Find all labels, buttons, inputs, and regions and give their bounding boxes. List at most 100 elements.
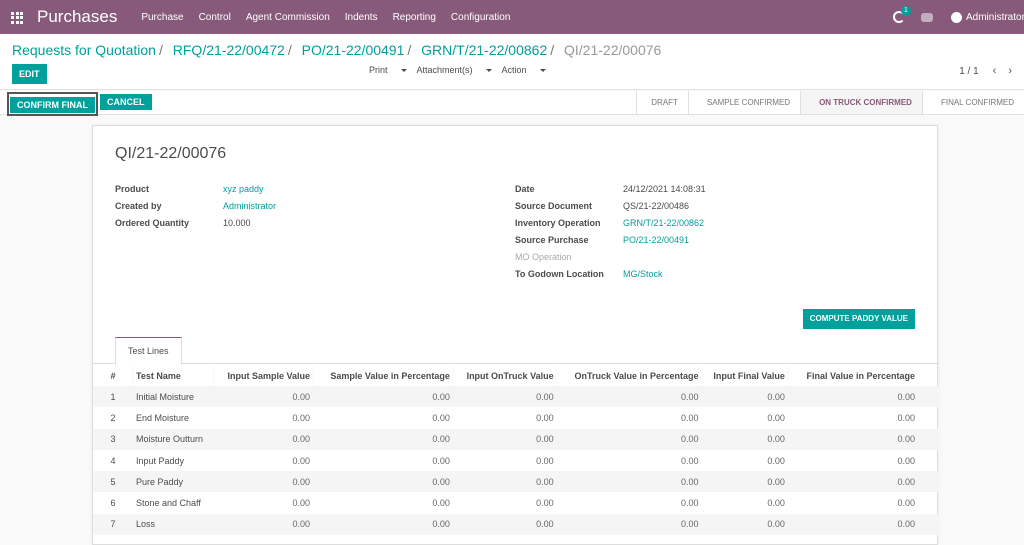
form-sheet: QI/21-22/00076 Product xyz paddy Created… [92, 125, 939, 545]
status-buttons: CONFIRM FINAL CANCEL [7, 92, 152, 116]
field-label: MO Operation [515, 251, 572, 262]
table-row[interactable]: 2 End Moisture 0.00 0.00 0.00 0.00 0.00 0.00 [93, 407, 939, 428]
breadcrumb-grn[interactable]: GRN/T/21-22/00862 [421, 42, 547, 58]
value-cell: 0.00 [536, 498, 554, 509]
field-to-godown-location: To Godown Location MG/Stock [515, 265, 706, 282]
pager-next-icon[interactable]: › [1008, 65, 1012, 77]
column-header-sample-value-percentage[interactable]: Sample Value in Percentage [313, 365, 453, 386]
column-header-ontruck-value-percentage[interactable]: OnTruck Value in Percentage [557, 365, 702, 386]
value-cell: 0.00 [556, 513, 702, 536]
field-label: Product [115, 183, 150, 194]
table-row[interactable]: 1 Initial Moisture 0.00 0.00 0.00 0.00 0.00 0.0… [93, 386, 939, 408]
right-field-group: Date 24/12/2021 14:08:31 Source Document… [515, 180, 706, 282]
column-header-final-value-percentage[interactable]: Final Value in Percentage [788, 365, 939, 386]
action-label: Action [501, 65, 527, 75]
breadcrumb-separator: / [287, 42, 292, 58]
value-cell: 0.00 [292, 455, 311, 466]
value-cell: 0.00 [313, 513, 453, 536]
table-row[interactable]: 4 Input Paddy 0.00 0.00 0.00 0.00 0.00 0.00 [93, 450, 939, 471]
pager: 1 / 1 ‹ › [959, 65, 1024, 77]
attachments-label: Attachment(s) [416, 65, 473, 75]
user-menu[interactable]: Administrator [966, 12, 1024, 23]
menu-item-reporting[interactable]: Reporting [393, 12, 436, 23]
stage-sample-confirmed[interactable]: SAMPLE CONFIRMED [687, 91, 801, 114]
cancel-button[interactable]: CANCEL [100, 94, 152, 110]
tab-test-lines[interactable]: Test Lines [115, 337, 182, 365]
table-row[interactable]: 3 Moisture Outturn 0.00 0.00 0.00 0.00 0.00 0.0… [93, 428, 939, 450]
value-cell: 0.00 [701, 513, 788, 536]
source-purchase-link[interactable]: PO/21-22/00491 [623, 235, 689, 245]
test-name-cell: Moisture Outturn [133, 428, 215, 450]
value-cell: 0.00 [292, 412, 311, 423]
table-row[interactable]: 7 Loss 0.00 0.00 0.00 0.00 0.00 0.00 [93, 513, 939, 536]
value-cell: 0.00 [536, 455, 554, 466]
test-name-cell: End Moisture [136, 412, 190, 423]
attachments-dropdown[interactable]: Attachment(s) [417, 65, 492, 75]
activity-badge: 1 [901, 6, 911, 16]
menu-item-agent-commission[interactable]: Agent Commission [246, 12, 330, 23]
value-cell: 0.00 [292, 498, 311, 509]
stage-final-confirmed[interactable]: FINAL CONFIRMED [921, 91, 1024, 114]
value-cell: 0.00 [767, 498, 785, 509]
ordered-quantity-value: 10.000 [223, 217, 251, 228]
field-date: Date 24/12/2021 14:08:31 [515, 180, 706, 197]
pager-previous-icon[interactable]: ‹ [993, 65, 997, 77]
row-number: 1 [93, 386, 133, 408]
chat-icon[interactable] [921, 12, 933, 22]
breadcrumb-rfq[interactable]: RFQ/21-22/00472 [173, 42, 285, 58]
column-header-number[interactable]: # [93, 365, 133, 386]
test-name-cell: Initial Moisture [133, 386, 215, 408]
value-cell: 0.00 [680, 455, 699, 466]
value-cell: 0.00 [701, 428, 788, 450]
field-label: Inventory Operation [515, 217, 601, 228]
inventory-operation-link[interactable]: GRN/T/21-22/00862 [623, 218, 704, 228]
control-panel: Requests for Quotation / RFQ/21-22/00472/… [0, 34, 1024, 90]
value-cell: 0.00 [767, 455, 785, 466]
stage-on-truck-confirmed[interactable]: ON TRUCK CONFIRMED [800, 91, 922, 114]
test-name-cell: Input Paddy [136, 455, 185, 466]
edit-button[interactable]: EDIT [12, 64, 47, 84]
field-label: Ordered Quantity [115, 217, 190, 228]
menu-item-configuration[interactable]: Configuration [451, 12, 510, 23]
apps-menu-icon[interactable] [11, 11, 24, 24]
godown-location-link[interactable]: MG/Stock [623, 269, 663, 279]
breadcrumb-rfq-list[interactable]: Requests for Quotation [12, 42, 156, 58]
menu-item-indents[interactable]: Indents [345, 12, 378, 23]
record-title: QI/21-22/00076 [115, 145, 227, 162]
column-header-input-sample-value[interactable]: Input Sample Value [214, 365, 313, 386]
column-header-input-ontruck-value[interactable]: Input OnTruck Value [453, 365, 557, 386]
breadcrumb-separator: / [158, 42, 163, 58]
field-label: Date [515, 183, 535, 194]
activity-clock-icon[interactable]: 1 [893, 6, 911, 23]
action-dropdown[interactable]: Action [502, 65, 546, 75]
column-header-test-name[interactable]: Test Name [133, 365, 214, 386]
pager-value[interactable]: 1 / 1 [959, 66, 978, 77]
field-label: To Godown Location [515, 268, 604, 279]
row-number: 4 [110, 455, 116, 466]
table-row[interactable]: 5 Pure Paddy 0.00 0.00 0.00 0.00 0.00 0.00 [93, 471, 939, 493]
field-source-document: Source Document QS/21-22/00486 [515, 197, 706, 214]
created-by-link[interactable]: Administrator [223, 201, 276, 211]
breadcrumb-po[interactable]: PO/21-22/00491 [302, 42, 405, 58]
print-dropdown[interactable]: Print [369, 65, 407, 75]
sidebar-actions: Print Attachment(s) Action [369, 65, 556, 75]
value-cell: 0.00 [767, 412, 785, 423]
column-header-input-final-value[interactable]: Input Final Value [702, 365, 788, 386]
user-avatar[interactable] [951, 11, 962, 23]
row-number: 5 [93, 471, 133, 493]
value-cell: 0.00 [452, 386, 557, 408]
menu-item-control[interactable]: Control [199, 12, 231, 23]
table-row[interactable]: 6 Stone and Chaff 0.00 0.00 0.00 0.00 0.00 0.00 [93, 492, 939, 513]
value-cell: 0.00 [313, 471, 453, 493]
confirm-final-button[interactable]: CONFIRM FINAL [10, 97, 95, 113]
stage-draft[interactable]: DRAFT [636, 91, 688, 114]
value-cell: 0.00 [556, 428, 702, 450]
confirm-final-highlight: CONFIRM FINAL [7, 92, 98, 116]
compute-paddy-value-button[interactable]: COMPUTE PADDY VALUE [802, 309, 915, 329]
product-link[interactable]: xyz paddy [223, 184, 264, 194]
field-label: Source Document [515, 200, 593, 211]
table-body: 1 Initial Moisture 0.00 0.00 0.00 0.00 0.00 0.0… [93, 386, 939, 536]
row-number: 7 [93, 513, 133, 536]
menu-item-purchase[interactable]: Purchase [141, 12, 183, 23]
value-cell: 0.00 [701, 386, 788, 408]
